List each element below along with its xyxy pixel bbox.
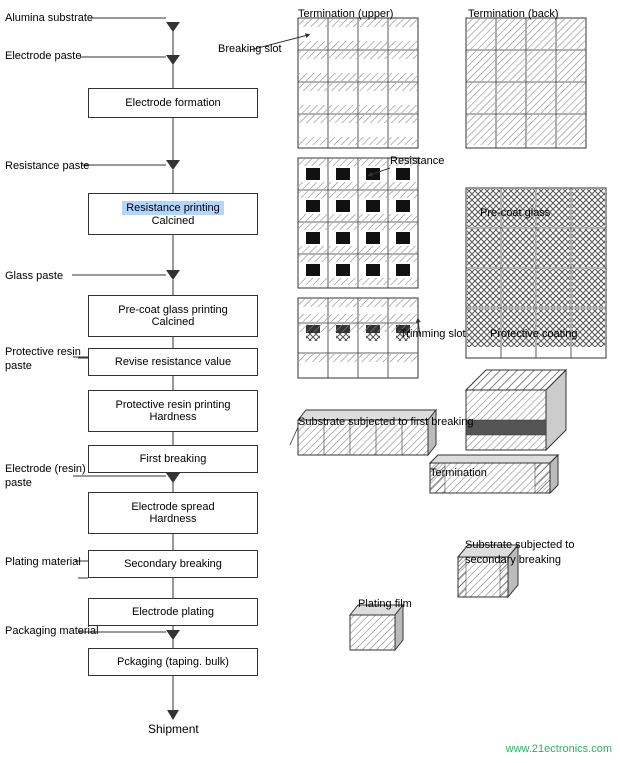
label-protective-resin: Protective resinpaste — [5, 345, 81, 374]
label-termination-right: Termination — [430, 467, 487, 479]
box-resistance-printing: Resistance printing Calcined — [88, 193, 258, 235]
label-termination-back: Termination (back) — [468, 8, 558, 20]
shipment-label: Shipment — [148, 722, 199, 736]
label-glass-paste: Glass paste — [5, 270, 63, 282]
label-secondary-break: Substrate subjected tosecondary breaking — [465, 538, 574, 569]
label-plating-film: Plating film — [358, 598, 412, 610]
label-alumina: Alumina substrate — [5, 12, 93, 24]
label-protective-coating: Protective coating — [490, 328, 577, 340]
box-precoat-glass: Pre-coat glass printing Calcined — [88, 295, 258, 337]
label-termination-upper: Termination (upper) — [298, 8, 393, 20]
label-electrode-paste: Electrode paste — [5, 50, 81, 62]
label-precoat-glass: Pre-coat glass — [480, 207, 550, 219]
box-secondary-breaking: Secondary breaking — [88, 550, 258, 578]
box-protective-resin: Protective resin printing Hardness — [88, 390, 258, 432]
box-revise-resistance: Revise resistance value — [88, 348, 258, 376]
label-packaging-material: Packaging material — [5, 625, 99, 637]
label-resistance: Resistance — [390, 155, 444, 167]
resistance-printing-label: Resistance printing — [122, 201, 224, 215]
box-electrode-spread: Electrode spread Hardness — [88, 492, 258, 534]
box-first-breaking: First breaking — [88, 445, 258, 473]
manufacturing-diagram: Alumina substrate Electrode paste Resist… — [0, 0, 620, 763]
label-plating-material: Plating material — [5, 556, 81, 568]
watermark: www.21ectronics.com — [506, 743, 612, 755]
label-trimming-slot: Trimming slot — [400, 328, 466, 340]
label-electrode-resin: Electrode (resin)paste — [5, 462, 86, 491]
box-electrode-formation: Electrode formation — [88, 88, 258, 118]
label-first-break: Substrate subjected to first breaking — [298, 415, 473, 429]
box-packaging: Pckaging (taping. bulk) — [88, 648, 258, 676]
box-electrode-plating: Electrode plating — [88, 598, 258, 626]
label-breaking-slot: Breaking slot — [218, 43, 282, 55]
label-resistance-paste: Resistance paste — [5, 160, 89, 172]
